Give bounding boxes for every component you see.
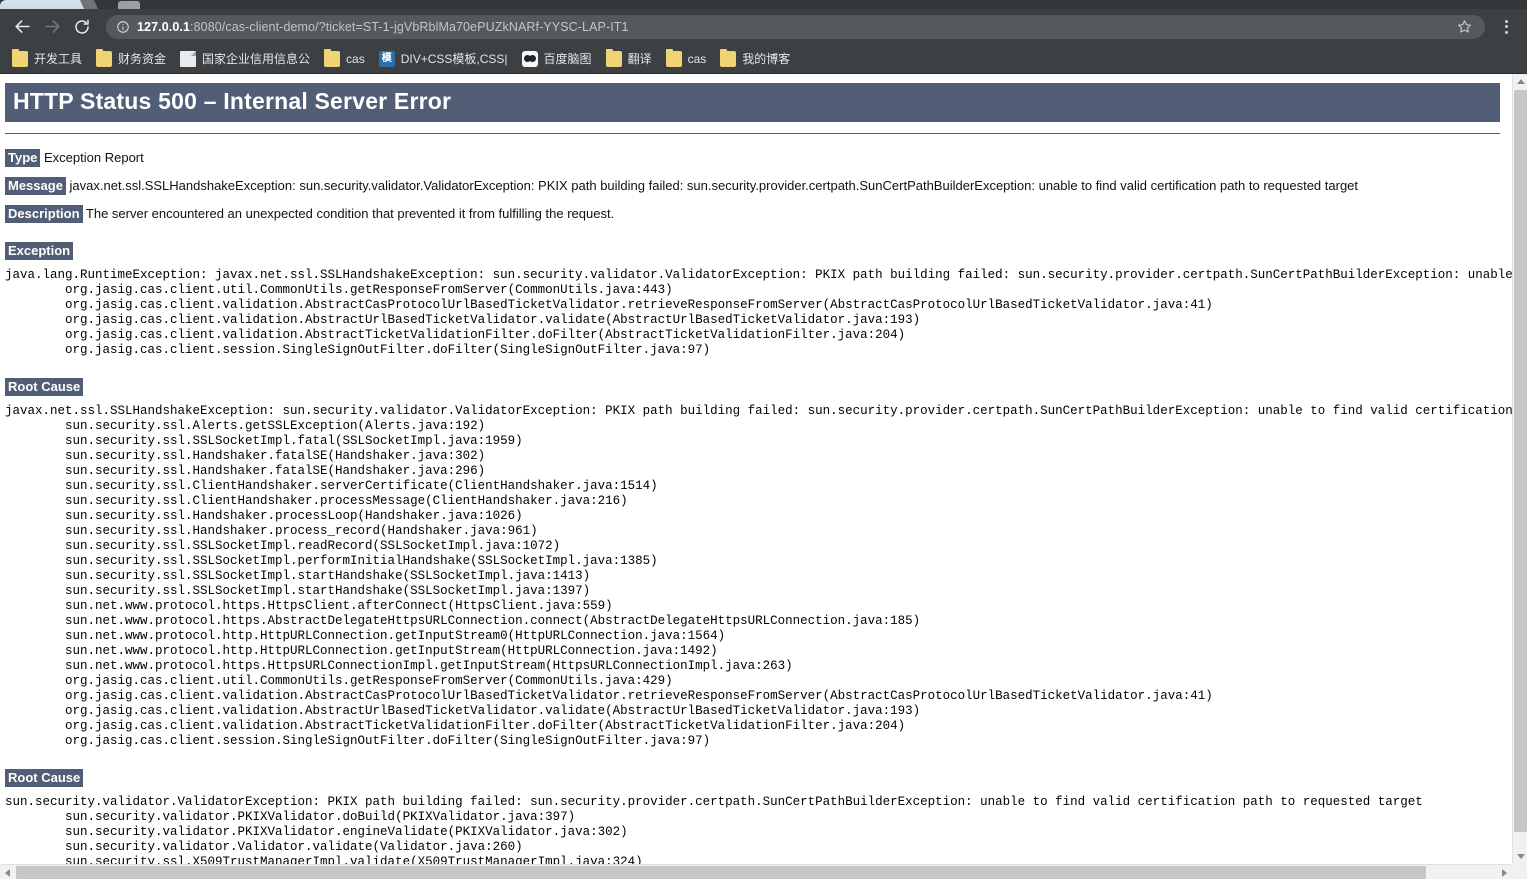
vertical-scrollbar[interactable] — [1512, 74, 1527, 864]
menu-dot — [1504, 19, 1508, 23]
reload-button[interactable] — [68, 13, 96, 41]
three-dot-menu-icon[interactable] — [1493, 13, 1519, 41]
address-bar[interactable]: 127.0.0.1:8080/cas-client-demo/?ticket=S… — [106, 14, 1485, 39]
scroll-left-arrow-icon[interactable] — [0, 865, 15, 879]
type-row: Type Exception Report — [5, 144, 1512, 172]
tab-edge-decoration — [79, 0, 99, 9]
bookmark-label: 翻译 — [627, 52, 652, 66]
scroll-up-arrow-icon[interactable] — [1513, 74, 1527, 89]
exception-label: Exception — [5, 242, 74, 260]
error-page: HTTP Status 500 – Internal Server Error … — [0, 74, 1512, 864]
root-cause-2-stacktrace: sun.security.validator.ValidatorExceptio… — [5, 795, 1423, 864]
baidu-icon — [521, 50, 538, 67]
bookmark-item[interactable]: 翻译 — [600, 47, 660, 70]
bookmarks-bar: 开发工具 财务资金 国家企业信用信息公 cas 模 DIV+CSS模板,CSS|… — [0, 44, 1527, 74]
bookmark-item[interactable]: 财务资金 — [90, 47, 174, 70]
root-cause-2-heading: Root Cause — [5, 763, 1512, 793]
bookmark-label: DIV+CSS模板,CSS| — [400, 52, 508, 66]
browser-toolbar: 127.0.0.1:8080/cas-client-demo/?ticket=S… — [0, 9, 1527, 44]
exception-heading: Exception — [5, 236, 1512, 266]
divider — [5, 133, 1500, 134]
type-value: Exception Report — [44, 150, 144, 165]
bookmark-item[interactable]: cas — [318, 48, 373, 70]
horizontal-scrollbar-thumb[interactable] — [16, 866, 1426, 879]
folder-icon — [605, 48, 622, 67]
bookmark-label: 财务资金 — [118, 52, 167, 66]
description-label: Description — [5, 205, 83, 223]
folder-icon — [665, 48, 682, 67]
bookmark-star-icon[interactable] — [1453, 16, 1475, 38]
folder-icon — [720, 48, 737, 67]
scroll-down-arrow-icon[interactable] — [1513, 849, 1527, 864]
folder-icon — [324, 48, 341, 67]
arrow-right-icon — [43, 17, 62, 36]
browser-tab-active[interactable] — [0, 0, 88, 9]
arrow-left-icon — [13, 17, 32, 36]
description-value: The server encountered an unexpected con… — [85, 206, 615, 221]
bookmark-item[interactable]: 模 DIV+CSS模板,CSS| — [373, 47, 516, 70]
url-text: 127.0.0.1:8080/cas-client-demo/?ticket=S… — [137, 15, 629, 39]
bookmark-item[interactable]: 我的博客 — [714, 47, 798, 70]
browser-tab-inactive[interactable] — [118, 1, 140, 9]
type-label: Type — [5, 149, 41, 167]
bookmark-label: 我的博客 — [742, 52, 791, 66]
root-cause-1-heading: Root Cause — [5, 372, 1512, 402]
root-cause-1-stacktrace: javax.net.ssl.SSLHandshakeException: sun… — [5, 404, 1512, 748]
description-row: Description The server encountered an un… — [5, 200, 1512, 228]
bookmark-item[interactable]: 百度脑图 — [516, 47, 600, 70]
message-value: javax.net.ssl.SSLHandshakeException: sun… — [69, 178, 1359, 193]
folder-icon — [12, 48, 28, 67]
bookmark-item[interactable]: 国家企业信用信息公 — [174, 47, 318, 70]
bookmark-label: cas — [687, 51, 707, 66]
tab-strip — [0, 0, 1527, 9]
horizontal-scrollbar[interactable] — [0, 864, 1527, 879]
menu-dot — [1504, 25, 1508, 28]
browser-window: 127.0.0.1:8080/cas-client-demo/?ticket=S… — [0, 0, 1527, 879]
page-info-icon[interactable] — [116, 20, 130, 34]
root-cause-label: Root Cause — [5, 378, 84, 396]
folder-icon — [96, 48, 113, 67]
bookmark-item[interactable]: cas — [660, 48, 715, 70]
scrollbar-corner — [1512, 864, 1527, 879]
bookmark-label: 开发工具 — [34, 52, 83, 66]
bookmark-item[interactable]: 开发工具 — [6, 47, 90, 70]
scroll-right-arrow-icon[interactable] — [1497, 865, 1512, 879]
bookmark-label: 国家企业信用信息公 — [202, 52, 311, 66]
back-button[interactable] — [8, 13, 36, 41]
bookmark-label: cas — [346, 51, 365, 66]
forward-button[interactable] — [38, 13, 66, 41]
url-path: :8080/cas-client-demo/?ticket=ST-1-jgVbR… — [190, 19, 629, 34]
exception-stacktrace: java.lang.RuntimeException: javax.net.ss… — [5, 268, 1512, 357]
vertical-scrollbar-thumb[interactable] — [1514, 90, 1527, 832]
url-host: 127.0.0.1 — [137, 19, 191, 34]
page-title: HTTP Status 500 – Internal Server Error — [5, 83, 1500, 122]
menu-dot — [1504, 30, 1508, 34]
message-row: Message javax.net.ssl.SSLHandshakeExcept… — [5, 172, 1512, 200]
bookmark-label: 百度脑图 — [543, 52, 592, 66]
root-cause-label: Root Cause — [5, 769, 84, 787]
message-label: Message — [5, 177, 66, 195]
page-viewport: HTTP Status 500 – Internal Server Error … — [0, 74, 1527, 879]
document-icon — [180, 50, 197, 67]
reload-icon — [73, 18, 91, 36]
site-icon: 模 — [378, 50, 395, 67]
